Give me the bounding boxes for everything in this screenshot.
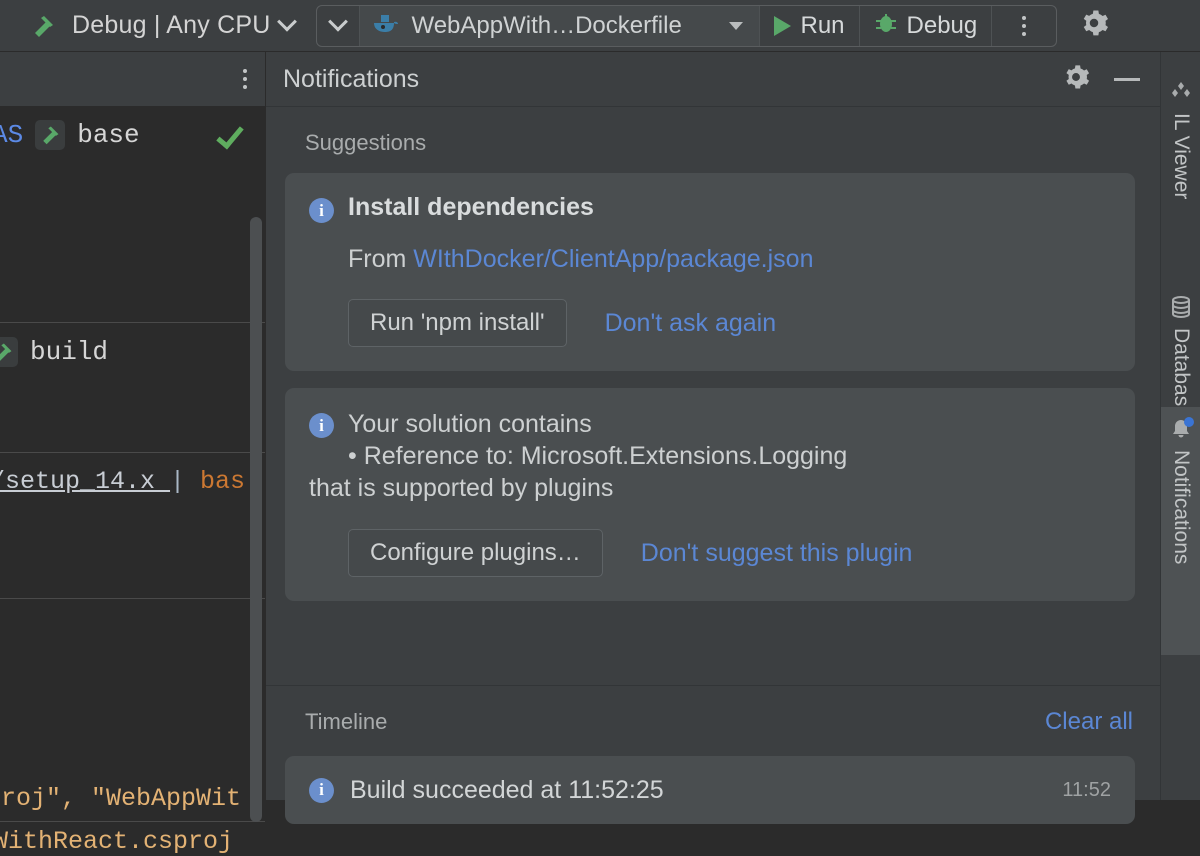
run-configuration-widget: WebAppWith…Dockerfile Run D xyxy=(316,5,1057,47)
hammer-icon xyxy=(35,120,65,150)
build-stage-row-base[interactable]: AS base xyxy=(0,107,265,163)
dont-suggest-plugin-link[interactable]: Don't suggest this plugin xyxy=(641,539,913,568)
code-line: proj", "WebAppWit xyxy=(0,784,256,813)
code-token-string: pWithReact.csproj xyxy=(0,827,233,856)
chevron-down-icon xyxy=(278,11,298,31)
check-icon xyxy=(216,121,243,150)
info-icon: i xyxy=(309,413,334,438)
clear-all-button[interactable]: Clear all xyxy=(1045,708,1133,736)
build-stage-name: build xyxy=(30,337,108,367)
notification-subtext-prefix: From xyxy=(348,245,413,273)
minimize-button[interactable] xyxy=(1114,78,1140,81)
timeline-item-time: 11:52 xyxy=(1062,779,1111,802)
notification-text-line-3: that is supported by plugins xyxy=(309,472,847,504)
gear-icon xyxy=(1062,63,1090,91)
debug-button[interactable]: Debug xyxy=(860,6,993,46)
left-panel-header xyxy=(0,52,265,107)
right-tool-strip: IL Viewer Database Notifications xyxy=(1160,52,1200,800)
chevron-down-icon xyxy=(707,22,743,30)
solution-configuration-selector[interactable]: Debug | Any CPU xyxy=(72,11,294,40)
suggestions-section-label: Suggestions xyxy=(305,130,1160,156)
run-config-expand-button[interactable] xyxy=(317,6,360,46)
notification-badge-dot xyxy=(1184,417,1194,427)
configure-plugins-button[interactable]: Configure plugins… xyxy=(348,529,603,577)
notification-title: Install dependencies xyxy=(348,193,594,222)
minimize-icon xyxy=(1114,78,1140,81)
timeline-item[interactable]: i Build succeeded at 11:52:25 11:52 xyxy=(285,756,1135,824)
strip-button-il-viewer[interactable]: IL Viewer xyxy=(1161,70,1200,199)
timeline-section-label: Timeline xyxy=(305,709,387,735)
notification-text-line-2: • Reference to: Microsoft.Extensions.Log… xyxy=(348,440,847,472)
vertical-scrollbar[interactable] xyxy=(250,217,262,822)
hammer-icon xyxy=(30,13,56,39)
solution-configuration-label: Debug | Any CPU xyxy=(72,11,270,40)
notification-card[interactable]: i Your solution contains • Reference to:… xyxy=(285,388,1135,601)
kebab-menu-icon[interactable] xyxy=(227,69,265,89)
dont-ask-again-link[interactable]: Don't ask again xyxy=(605,309,777,338)
info-icon: i xyxy=(309,198,334,223)
notification-subtext: From WIthDocker/ClientApp/package.json xyxy=(348,245,1111,274)
strip-label: Notifications xyxy=(1169,450,1193,564)
code-token-pipe: | xyxy=(170,467,200,496)
notifications-body: Suggestions i Install dependencies From … xyxy=(266,107,1160,800)
timeline-header: Timeline Clear all xyxy=(266,686,1160,736)
bug-icon xyxy=(874,11,898,40)
code-token-string: proj", "WebAppWit xyxy=(0,784,241,813)
bell-icon xyxy=(1169,417,1193,441)
notifications-tool-window: Notifications Suggestions i Install depe… xyxy=(266,52,1160,800)
build-stage-name: base xyxy=(77,120,139,150)
run-config-selector[interactable]: WebAppWith…Dockerfile xyxy=(360,6,760,46)
notifications-settings-button[interactable] xyxy=(1062,63,1090,96)
code-token-keyword: bas xyxy=(200,467,245,496)
info-icon: i xyxy=(309,778,334,803)
run-config-label: WebAppWith…Dockerfile xyxy=(411,12,681,40)
strip-button-notifications[interactable]: Notifications xyxy=(1161,407,1200,655)
debug-button-label: Debug xyxy=(907,12,978,40)
main-toolbar: Debug | Any CPU WebAppWith…Dockerfile xyxy=(0,0,1200,52)
package-json-link[interactable]: WIthDocker/ClientApp/package.json xyxy=(413,245,813,273)
panel-divider xyxy=(0,452,265,453)
panel-divider xyxy=(0,598,265,599)
build-stage-row-build[interactable]: build xyxy=(0,322,265,380)
code-line: pWithReact.csproj xyxy=(0,827,248,856)
kebab-menu-icon xyxy=(1006,16,1042,36)
strip-label: IL Viewer xyxy=(1169,113,1193,199)
settings-button[interactable] xyxy=(1079,8,1109,43)
hammer-icon xyxy=(0,337,18,367)
timeline-item-text: Build succeeded at 11:52:25 xyxy=(350,776,664,805)
strip-button-database[interactable]: Database xyxy=(1161,285,1200,418)
il-viewer-icon xyxy=(1169,80,1193,104)
panel-divider xyxy=(0,821,265,822)
code-line: /setup_14.x | bas xyxy=(0,467,260,496)
run-button-label: Run xyxy=(800,12,844,40)
notifications-header: Notifications xyxy=(266,52,1160,107)
notification-card[interactable]: i Install dependencies From WIthDocker/C… xyxy=(285,173,1135,371)
chevron-down-icon xyxy=(329,11,349,31)
run-npm-install-button[interactable]: Run 'npm install' xyxy=(348,299,567,347)
notification-text-line-1: Your solution contains xyxy=(348,408,847,440)
gear-icon xyxy=(1079,8,1109,38)
database-icon xyxy=(1169,295,1193,319)
play-icon xyxy=(774,16,791,36)
build-stage-prefix: AS xyxy=(0,120,23,150)
page-title: Notifications xyxy=(283,65,419,94)
build-output-panel: AS base build /setup_14.x | bas proj", "… xyxy=(0,52,265,800)
run-widget-more-button[interactable] xyxy=(992,6,1056,46)
run-button[interactable]: Run xyxy=(760,6,859,46)
strip-label: Database xyxy=(1169,328,1193,418)
code-token-path: /setup_14.x xyxy=(0,467,170,496)
docker-whale-icon xyxy=(372,11,400,40)
